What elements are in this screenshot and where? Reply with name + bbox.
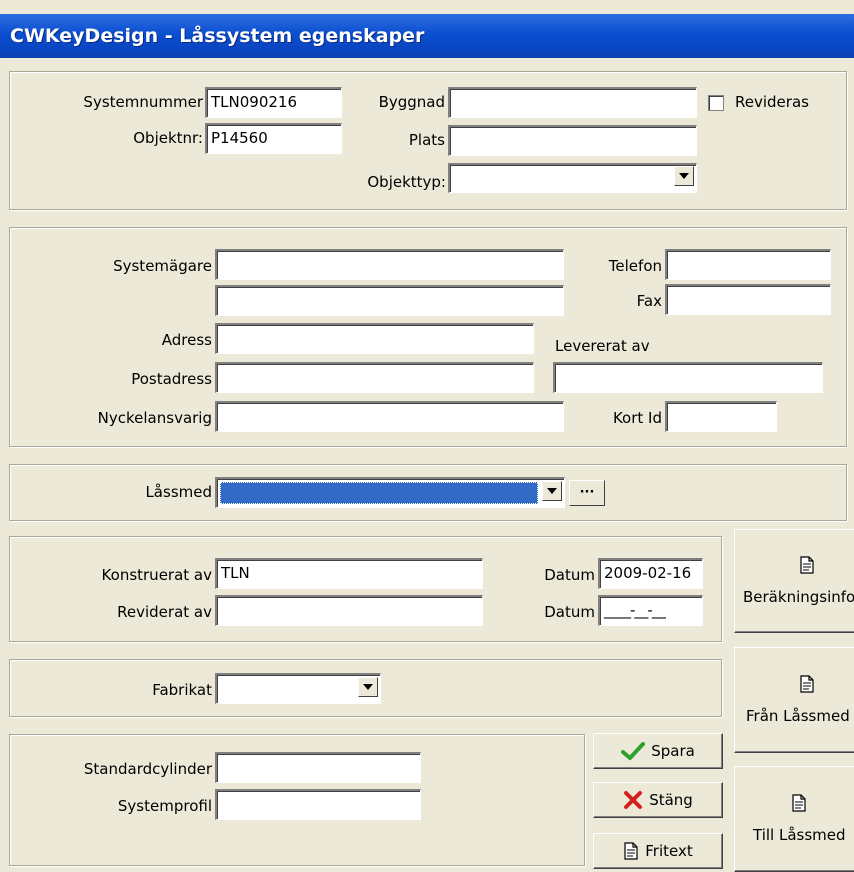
lassmed-value: [215, 477, 565, 508]
group-constructed: [9, 536, 722, 642]
revideras-label: Revideras: [735, 93, 809, 111]
datum-field-2[interactable]: ____-__-__: [598, 595, 703, 626]
systemagare-field[interactable]: [215, 249, 564, 280]
datum-field-1[interactable]: 2009-02-16: [598, 558, 703, 589]
fritext-button-label: Fritext: [645, 842, 693, 860]
document-icon: [624, 842, 638, 860]
document-icon: [800, 556, 814, 574]
datum-label-1: Datum: [544, 566, 595, 584]
objektnr-label: Objektnr:: [133, 129, 203, 147]
fabrikat-select[interactable]: [215, 673, 381, 704]
systemagare-label: Systemägare: [113, 257, 212, 275]
systemprofil-label: Systemprofil: [117, 797, 212, 815]
save-button-label: Spara: [651, 742, 695, 760]
lassmed-label: Låssmed: [145, 483, 212, 501]
objekttyp-select[interactable]: [448, 163, 697, 193]
standardcylinder-label: Standardcylinder: [83, 760, 212, 778]
fax-field[interactable]: [665, 284, 831, 315]
fax-label: Fax: [636, 292, 662, 310]
window-title-bar: CWKeyDesign - Låssystem egenskaper: [0, 14, 854, 58]
window-title: CWKeyDesign - Låssystem egenskaper: [10, 25, 425, 47]
revideras-checkbox[interactable]: [708, 95, 724, 111]
objektnr-field[interactable]: P14560: [205, 123, 342, 154]
fritext-button[interactable]: Fritext: [593, 833, 723, 869]
chevron-down-icon[interactable]: [674, 166, 694, 186]
save-button[interactable]: Spara: [593, 733, 723, 769]
berakningsinfo-label: Beräkningsinfo: [743, 588, 854, 606]
adress-field[interactable]: [215, 323, 534, 354]
checkmark-icon: [621, 742, 646, 760]
reviderat-field[interactable]: [215, 595, 483, 626]
datum-label-2: Datum: [544, 603, 595, 621]
close-button[interactable]: Stäng: [593, 782, 723, 818]
berakningsinfo-button[interactable]: Beräkningsinfo: [734, 529, 854, 633]
telefon-field[interactable]: [665, 249, 831, 280]
lassmed-selection-highlight: [220, 482, 538, 504]
plats-field[interactable]: [448, 125, 697, 156]
byggnad-field[interactable]: [448, 87, 697, 118]
till-lassmed-label: Till Låssmed: [753, 826, 846, 844]
telefon-label: Telefon: [608, 257, 662, 275]
systemagare-field-2[interactable]: [215, 285, 564, 316]
kortid-field[interactable]: [665, 401, 777, 432]
systemprofil-field[interactable]: [215, 789, 421, 820]
nyckelansvarig-field[interactable]: [215, 401, 564, 432]
fran-lassmed-label: Från Låssmed: [746, 707, 850, 725]
nyckelansvarig-label: Nyckelansvarig: [97, 409, 212, 427]
lassmed-select[interactable]: [215, 477, 565, 508]
adress-label: Adress: [161, 331, 212, 349]
systemnummer-label: Systemnummer: [83, 93, 203, 111]
chevron-down-icon[interactable]: [542, 481, 562, 501]
fabrikat-label: Fabrikat: [152, 681, 212, 699]
konstruerat-field[interactable]: TLN: [215, 558, 483, 589]
levererat-av-label: Levererat av: [555, 337, 650, 355]
systemnummer-field[interactable]: TLN090216: [205, 87, 342, 118]
konstruerat-label: Konstruerat av: [101, 566, 212, 584]
background-window-strip: [0, 0, 854, 15]
close-button-label: Stäng: [649, 791, 693, 809]
kortid-label: Kort Id: [612, 409, 662, 427]
document-icon: [792, 794, 806, 812]
till-lassmed-button[interactable]: Till Låssmed: [734, 766, 854, 872]
levererat-av-field[interactable]: [553, 362, 823, 393]
objekttyp-value: [448, 163, 697, 193]
plats-label: Plats: [408, 131, 445, 149]
x-icon: [624, 791, 643, 809]
fran-lassmed-button[interactable]: Från Låssmed: [734, 647, 854, 753]
postadress-field[interactable]: [215, 362, 534, 393]
fabrikat-value: [215, 673, 381, 704]
byggnad-label: Byggnad: [378, 93, 445, 111]
chevron-down-icon[interactable]: [358, 677, 378, 697]
lassmed-browse-button[interactable]: ···: [569, 480, 605, 506]
objekttyp-label: Objekttyp:: [367, 173, 446, 191]
postadress-label: Postadress: [131, 370, 212, 388]
reviderat-label: Reviderat av: [117, 603, 212, 621]
document-icon: [800, 675, 814, 693]
standardcylinder-field[interactable]: [215, 752, 421, 783]
